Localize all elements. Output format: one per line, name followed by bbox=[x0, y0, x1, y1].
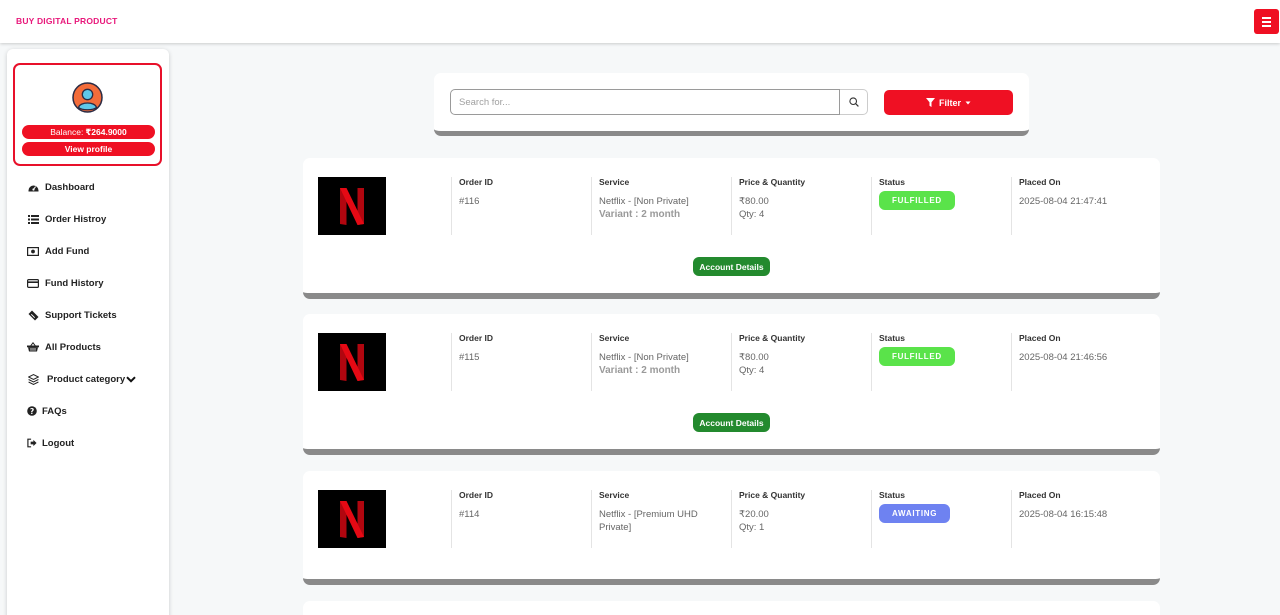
sidebar-item-add-fund[interactable]: Add Fund bbox=[27, 243, 89, 259]
sidebar-item-dashboard[interactable]: Dashboard bbox=[27, 179, 95, 195]
layers-icon bbox=[27, 373, 39, 385]
status-badge: FULFILLED bbox=[879, 347, 955, 366]
order-card: Order ID #115 Service Netflix - [Non Pri… bbox=[303, 314, 1160, 455]
order-id-value: #116 bbox=[459, 196, 480, 207]
sidebar-item-product-category[interactable]: Product category bbox=[27, 371, 136, 387]
order-id-column: Order ID #114 bbox=[451, 490, 591, 548]
price-value: ₹80.00 bbox=[739, 196, 769, 207]
filter-button[interactable]: Filter bbox=[884, 90, 1013, 115]
status-column: Status AWAITING bbox=[871, 490, 1011, 548]
filter-icon bbox=[925, 98, 935, 107]
status-column: Status FULFILLED bbox=[871, 333, 1011, 391]
sidebar-item-faqs[interactable]: ? FAQs bbox=[27, 403, 67, 419]
dashboard-icon bbox=[27, 181, 39, 193]
service-column: Service Netflix - [Non Private] Variant … bbox=[591, 177, 731, 235]
order-card: Order ID #114 Service Netflix - [Premium… bbox=[303, 471, 1160, 585]
view-profile-button[interactable]: View profile bbox=[22, 142, 155, 156]
credit-card-icon bbox=[27, 277, 39, 289]
chevron-down-icon bbox=[126, 375, 136, 383]
money-icon bbox=[27, 245, 39, 257]
brand-logo-text[interactable]: BUY DIGITAL PRODUCT bbox=[16, 16, 118, 26]
sidebar-item-logout[interactable]: Logout bbox=[27, 435, 74, 451]
placed-on-value: 2025-08-04 21:47:41 bbox=[1019, 196, 1108, 207]
price-value: ₹80.00 bbox=[739, 352, 769, 363]
order-id-value: #115 bbox=[459, 352, 480, 363]
quantity-value: Qty: 4 bbox=[739, 209, 765, 220]
search-icon bbox=[848, 97, 859, 107]
service-column: Service Netflix - [Non Private] Variant … bbox=[591, 333, 731, 391]
netflix-logo-image bbox=[318, 333, 386, 391]
price-quantity-column: Price & Quantity ₹20.00 Qty: 1 bbox=[731, 490, 871, 548]
sidebar-item-all-products[interactable]: All Products bbox=[27, 339, 101, 355]
search-button[interactable] bbox=[840, 89, 868, 115]
status-badge: FULFILLED bbox=[879, 191, 955, 210]
service-name-continued: Private] bbox=[599, 522, 632, 533]
search-panel: Filter bbox=[434, 73, 1029, 136]
ticket-icon bbox=[27, 309, 39, 321]
placed-on-column: Placed On 2025-08-04 16:15:48 bbox=[1011, 490, 1151, 548]
order-card-partial bbox=[303, 601, 1160, 615]
service-name: Netflix - [Non Private] bbox=[599, 352, 689, 363]
placed-on-value: 2025-08-04 21:46:56 bbox=[1019, 352, 1108, 363]
placed-on-column: Placed On 2025-08-04 21:47:41 bbox=[1011, 177, 1151, 235]
netflix-logo-image bbox=[318, 177, 386, 235]
service-variant: Variant : 2 month bbox=[599, 209, 681, 220]
status-column: Status FULFILLED bbox=[871, 177, 1011, 235]
price-quantity-column: Price & Quantity ₹80.00 Qty: 4 bbox=[731, 333, 871, 391]
service-name: Netflix - [Premium UHD bbox=[599, 509, 698, 520]
order-card: Order ID #116 Service Netflix - [Non Pri… bbox=[303, 158, 1160, 299]
logout-icon bbox=[27, 437, 37, 449]
service-variant: Variant : 2 month bbox=[599, 365, 681, 376]
question-icon: ? bbox=[27, 405, 37, 417]
balance-badge: Balance: ₹264.9000 bbox=[22, 125, 155, 139]
balance-value: ₹264.9000 bbox=[85, 126, 127, 137]
sidebar-item-order-history[interactable]: Order Histroy bbox=[27, 211, 106, 227]
status-badge: AWAITING bbox=[879, 504, 951, 523]
hamburger-icon bbox=[1262, 16, 1271, 19]
sidebar-item-fund-history[interactable]: Fund History bbox=[27, 275, 104, 291]
hamburger-menu-button[interactable] bbox=[1254, 9, 1279, 34]
basket-icon bbox=[27, 341, 39, 353]
top-navbar: BUY DIGITAL PRODUCT bbox=[0, 0, 1280, 43]
order-id-value: #114 bbox=[459, 509, 480, 520]
price-value: ₹20.00 bbox=[739, 509, 769, 520]
netflix-logo-image bbox=[318, 490, 386, 548]
account-details-button[interactable]: Account Details bbox=[693, 257, 770, 276]
order-id-column: Order ID #115 bbox=[451, 333, 591, 391]
list-icon bbox=[27, 213, 39, 225]
search-input[interactable] bbox=[450, 89, 840, 115]
service-column: Service Netflix - [Premium UHD Private] bbox=[591, 490, 731, 548]
price-quantity-column: Price & Quantity ₹80.00 Qty: 4 bbox=[731, 177, 871, 235]
caret-down-icon bbox=[965, 101, 971, 104]
user-avatar-icon bbox=[72, 82, 103, 113]
quantity-value: Qty: 1 bbox=[739, 522, 765, 533]
service-name: Netflix - [Non Private] bbox=[599, 196, 689, 207]
profile-card: Balance: ₹264.9000 View profile bbox=[13, 63, 162, 166]
sidebar-item-support-tickets[interactable]: Support Tickets bbox=[27, 307, 117, 323]
account-details-button[interactable]: Account Details bbox=[693, 413, 770, 432]
placed-on-column: Placed On 2025-08-04 21:46:56 bbox=[1011, 333, 1151, 391]
order-id-column: Order ID #116 bbox=[451, 177, 591, 235]
sidebar: Balance: ₹264.9000 View profile Dashboar… bbox=[7, 49, 169, 615]
placed-on-value: 2025-08-04 16:15:48 bbox=[1019, 509, 1108, 520]
svg-text:?: ? bbox=[30, 407, 34, 416]
quantity-value: Qty: 4 bbox=[739, 365, 765, 376]
